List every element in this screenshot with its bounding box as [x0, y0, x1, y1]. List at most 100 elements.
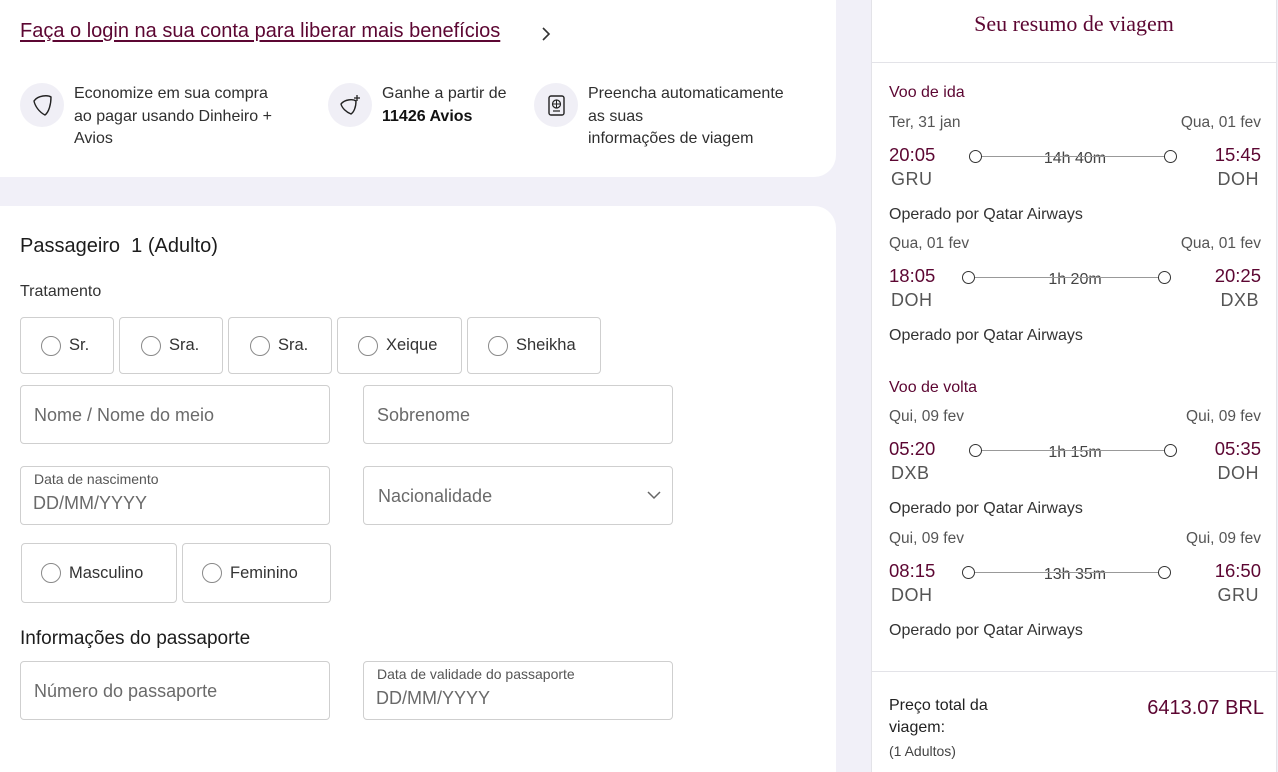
- login-benefits-card: Faça o login na sua conta para liberar m…: [0, 0, 836, 177]
- origin-dot: [962, 271, 975, 284]
- option-label: Masculino: [69, 563, 144, 582]
- destination-dot: [1158, 566, 1171, 579]
- title-option-sra[interactable]: Sra.: [119, 317, 223, 374]
- radio-button[interactable]: [202, 563, 222, 583]
- passport-number-field[interactable]: Número do passaporte: [20, 661, 330, 720]
- option-label: Sra.: [278, 336, 309, 354]
- flight-duration: 1h 20m: [1048, 271, 1102, 288]
- gender-option-female[interactable]: Feminino: [182, 543, 331, 603]
- arrival-airport: DXB: [1220, 290, 1259, 310]
- operator-text: Operado por Qatar Airways: [889, 327, 1083, 344]
- radio-button[interactable]: [250, 335, 270, 356]
- avios-plus-icon: [328, 83, 372, 127]
- benefit-autofill: Preencha automaticamente as suas informa…: [534, 83, 784, 151]
- flight-segment: Qua, 01 fev Qua, 01 fev 18:05 20:25 DOH …: [889, 235, 1261, 345]
- flight-duration: 14h 40m: [1043, 150, 1107, 167]
- option-label: Xeique: [386, 336, 438, 354]
- passenger-title: Passageiro 1 (Adulto): [20, 235, 218, 257]
- arrival-airport: DOH: [1217, 463, 1259, 483]
- radio-button[interactable]: [41, 335, 61, 356]
- login-link[interactable]: Faça o login na sua conta para liberar m…: [20, 20, 500, 43]
- origin-dot: [969, 444, 982, 457]
- flight-segment: Qui, 09 fev Qui, 09 fev 05:20 05:35 DXB …: [889, 408, 1261, 518]
- arrival-date: Qua, 01 fev: [1180, 114, 1261, 131]
- first-name-field[interactable]: Nome / Nome do meio: [20, 385, 330, 444]
- total-price-value: 6413.07 BRL: [1147, 697, 1264, 719]
- arrival-airport: GRU: [1217, 585, 1259, 605]
- departure-date: Ter, 31 jan: [889, 114, 961, 131]
- avios-wallet-icon: [20, 83, 64, 127]
- total-price-label-line: viagem:: [889, 719, 946, 736]
- route-line: [981, 450, 1169, 451]
- title-option-sr[interactable]: Sr.: [20, 317, 114, 374]
- benefit-text-line: Economize em sua compra: [74, 85, 268, 102]
- radio-button[interactable]: [488, 335, 508, 356]
- total-price-label: Preço total da viagem:: [889, 695, 988, 739]
- placeholder: DD/MM/YYYY: [376, 688, 491, 708]
- outbound-label: Voo de ida: [889, 84, 965, 101]
- benefit-earn-avios: Ganhe a partir de 11426 Avios: [328, 83, 507, 128]
- route-line: [975, 572, 1163, 573]
- route-line: [981, 156, 1169, 157]
- origin-dot: [962, 566, 975, 579]
- gender-option-male[interactable]: Masculino: [21, 543, 177, 603]
- operator-text: Operado por Qatar Airways: [889, 206, 1083, 223]
- option-label: Feminino: [230, 563, 298, 582]
- operator-text: Operado por Qatar Airways: [889, 500, 1083, 517]
- title-option-xeique[interactable]: Xeique: [337, 317, 462, 374]
- arrival-date: Qui, 09 fev: [1186, 530, 1261, 547]
- departure-date: Qui, 09 fev: [889, 530, 964, 547]
- divider: [872, 62, 1276, 63]
- passport-expiry-field[interactable]: Data de validade do passaporte DD/MM/YYY…: [363, 661, 673, 720]
- nationality-select[interactable]: Nacionalidade: [363, 466, 673, 525]
- route-line: [975, 277, 1163, 278]
- arrival-date: Qua, 01 fev: [1180, 235, 1261, 252]
- benefit-text-line: Preencha automaticamente: [588, 85, 784, 102]
- departure-date: Qua, 01 fev: [889, 235, 970, 252]
- destination-dot: [1164, 444, 1177, 457]
- destination-dot: [1164, 150, 1177, 163]
- option-label: Sheikha: [516, 336, 576, 354]
- departure-date: Qui, 09 fev: [889, 408, 964, 425]
- radio-button[interactable]: [358, 335, 378, 356]
- placeholder: Nome / Nome do meio: [34, 405, 215, 425]
- radio-button[interactable]: [41, 563, 61, 583]
- arrival-date: Qui, 09 fev: [1186, 408, 1261, 425]
- treatment-label: Tratamento: [20, 283, 102, 300]
- chevron-down-icon[interactable]: [646, 489, 662, 501]
- benefit-text-line: Ganhe a partir de: [382, 85, 507, 102]
- option-label: Sra.: [169, 336, 200, 354]
- title-option-sra-2[interactable]: Sra.: [228, 317, 332, 374]
- departure-airport: DOH: [891, 290, 933, 310]
- destination-dot: [1158, 271, 1171, 284]
- divider: [872, 671, 1276, 672]
- benefit-text-line: as suas: [588, 107, 644, 125]
- return-label: Voo de volta: [889, 379, 978, 396]
- departure-airport: GRU: [891, 169, 933, 189]
- placeholder: Nacionalidade: [378, 486, 493, 506]
- departure-airport: DXB: [891, 463, 930, 483]
- flight-segment: Ter, 31 jan Qua, 01 fev 20:05 15:45 GRU …: [889, 114, 1261, 224]
- arrival-airport: DOH: [1217, 169, 1259, 189]
- passport-section-title: Informações do passaporte: [20, 628, 251, 649]
- placeholder: Sobrenome: [377, 405, 471, 425]
- operator-text: Operado por Qatar Airways: [889, 622, 1083, 639]
- origin-dot: [969, 150, 982, 163]
- total-price-label-line: Preço total da: [889, 697, 988, 714]
- option-label: Sr.: [69, 336, 90, 354]
- passenger-form-card: Passageiro 1 (Adulto) Tratamento Sr. Sra…: [0, 206, 836, 772]
- last-name-field[interactable]: Sobrenome: [363, 385, 673, 444]
- passport-icon: [534, 83, 578, 127]
- passenger-count: (1 Adultos): [889, 743, 956, 759]
- chevron-right-icon[interactable]: [538, 25, 554, 43]
- departure-airport: DOH: [891, 585, 933, 605]
- radio-button[interactable]: [141, 335, 161, 356]
- summary-title: Seu resumo de viagem: [974, 11, 1174, 36]
- benefit-cash-avios: Economize em sua compra ao pagar usando …: [20, 83, 272, 151]
- avios-amount: 11426 Avios: [382, 107, 473, 125]
- birth-date-field[interactable]: Data de nascimento DD/MM/YYYY: [20, 466, 330, 525]
- benefit-text-line: informações de viagem: [588, 130, 754, 147]
- flight-duration: 13h 35m: [1043, 566, 1107, 583]
- title-option-sheikha[interactable]: Sheikha: [467, 317, 601, 374]
- field-label: Data de validade do passaporte: [377, 666, 575, 682]
